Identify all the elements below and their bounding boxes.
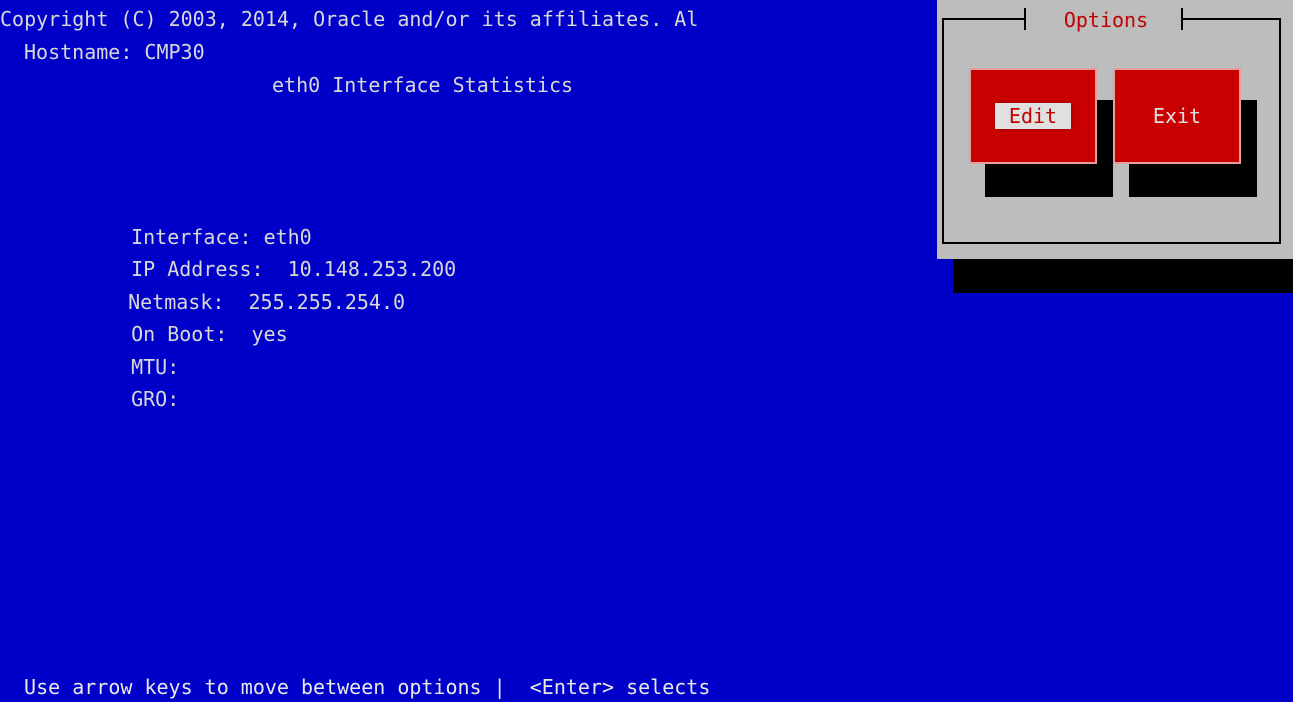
footer-bar: Use arrow keys to move between options |… [0, 675, 1293, 702]
dialog-title-tick [1181, 8, 1183, 30]
hostname-text: Hostname: CMP30 [24, 40, 205, 64]
edit-button-label: Edit [992, 101, 1074, 131]
page-title: eth0 Interface Statistics [272, 73, 574, 97]
exit-button[interactable]: Exit [1113, 68, 1241, 164]
dialog-shadow [953, 259, 1293, 293]
field-on-boot: On Boot: yes [107, 298, 288, 346]
help-text: Use arrow keys to move between options |… [12, 675, 711, 699]
dialog-title: Options [1063, 8, 1149, 32]
exit-button-label: Exit [1152, 104, 1202, 128]
copyright-text: Copyright (C) 2003, 2014, Oracle and/or … [0, 7, 699, 31]
dialog-border [942, 242, 1281, 244]
edit-button[interactable]: Edit [969, 68, 1097, 164]
dialog-border [1279, 18, 1281, 244]
field-netmask: Netmask: 255.255.254.0 [104, 266, 405, 314]
dialog-border [942, 18, 1024, 20]
field-gro-label: GRO: [131, 387, 180, 411]
dialog-title-tick [1024, 8, 1026, 30]
field-on-boot-value: yes [251, 322, 288, 346]
dialog-border [942, 18, 944, 244]
field-gro: GRO: [107, 363, 191, 411]
field-ip-address: IP Address: 10.148.253.200 [107, 233, 456, 281]
field-interface: Interface: eth0 [107, 201, 312, 249]
field-mtu: MTU: [107, 331, 191, 379]
dialog-border [1181, 18, 1281, 20]
